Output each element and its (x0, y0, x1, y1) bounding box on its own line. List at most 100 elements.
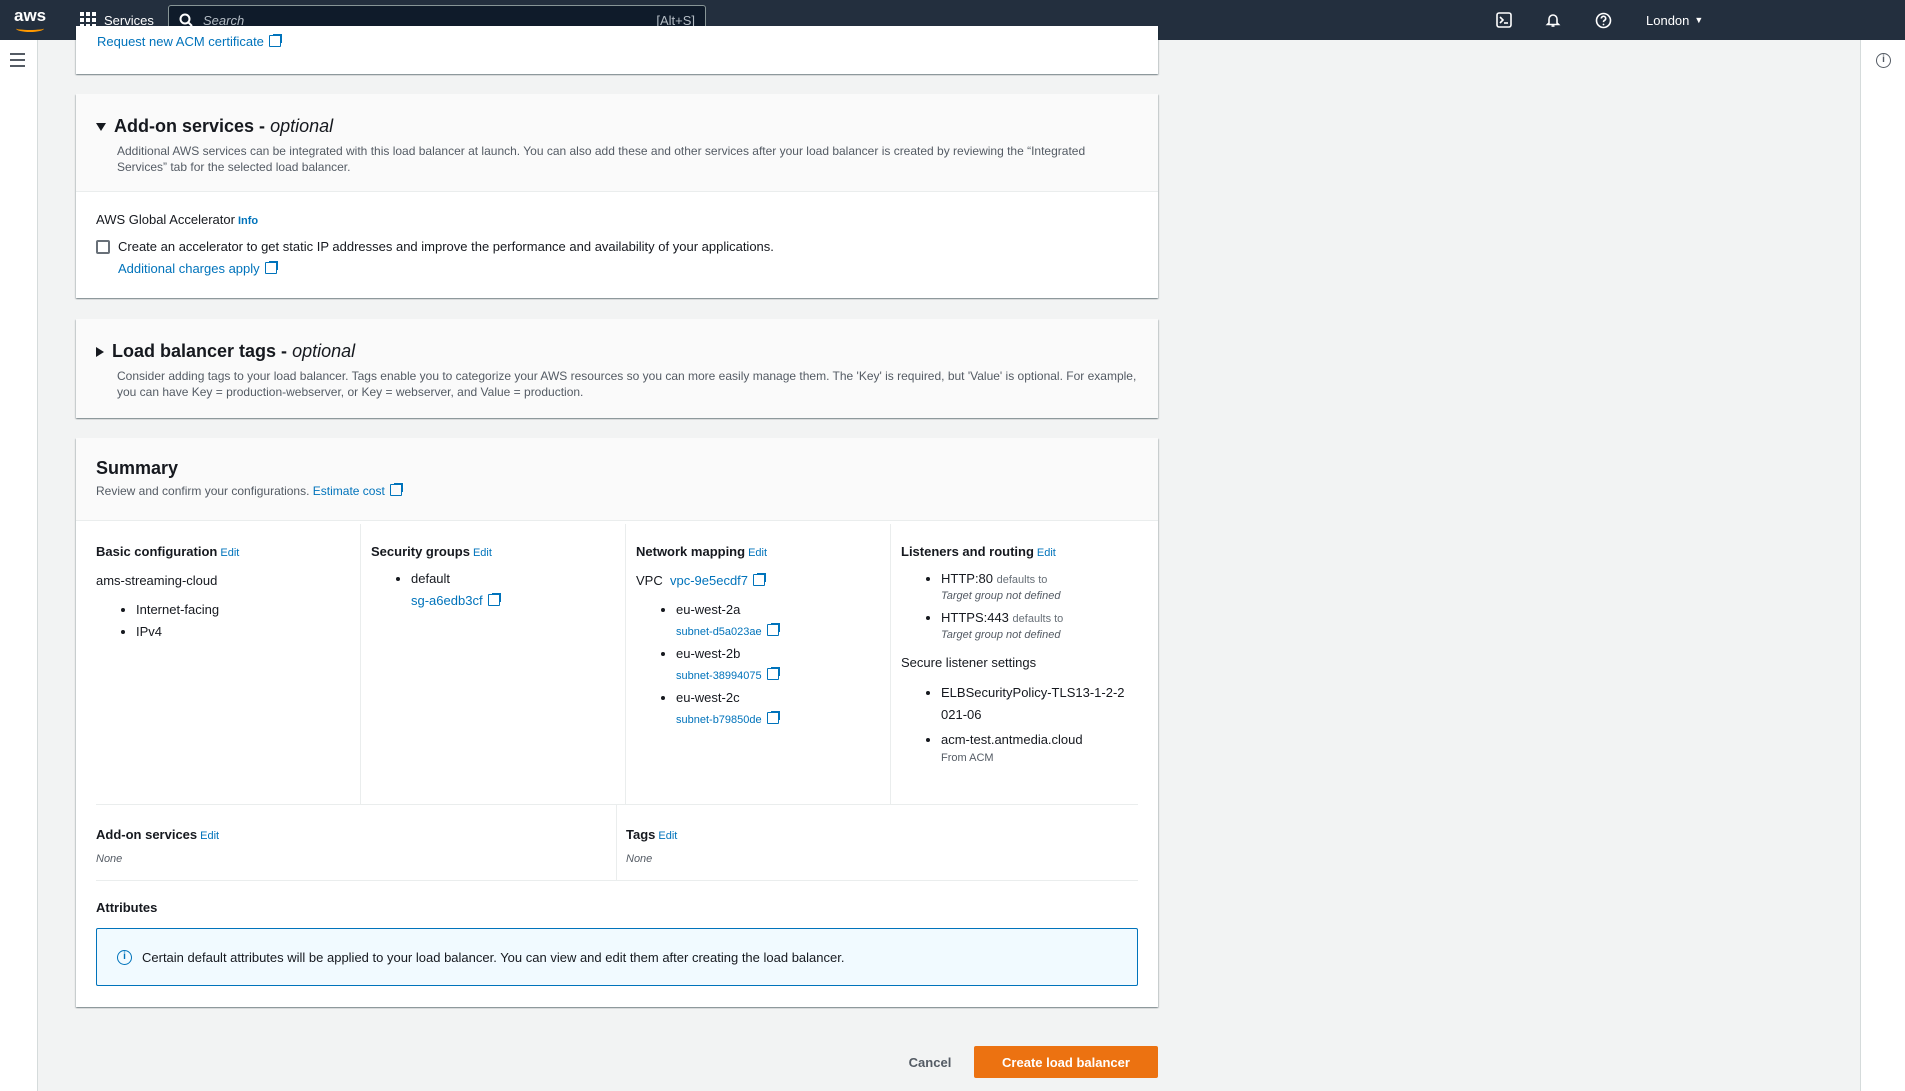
additional-charges-link[interactable]: Additional charges apply (118, 260, 279, 276)
optional-label: optional (292, 341, 356, 361)
cloudshell-icon[interactable] (1494, 10, 1514, 30)
target-group-status: Target group not defined (941, 629, 1061, 641)
subnet-link[interactable]: subnet-d5a023ae (676, 622, 781, 640)
estimate-cost-link[interactable]: Estimate cost (313, 482, 404, 498)
edit-listeners-link[interactable]: Edit (1037, 547, 1056, 559)
external-link-icon (264, 260, 279, 274)
external-link-icon (389, 482, 404, 496)
caret-down-icon (96, 122, 106, 131)
info-icon: i (117, 949, 132, 965)
region-label: London (1646, 12, 1690, 28)
basic-configuration-list: Internet-facing IPv4 (96, 602, 348, 640)
defaults-label: defaults to (996, 574, 1048, 586)
list-item: ELBSecurityPolicy-TLS13-1-2-2021-06 (941, 682, 1126, 726)
target-group-status: Target group not defined (941, 590, 1061, 602)
listeners-list: HTTP:80 defaults to Target group not def… (901, 571, 1126, 643)
network-mapping-column: Network mappingEdit VPC vpc-9e5ecdf7 eu-… (626, 524, 891, 804)
accelerator-checkbox-row[interactable]: Create an accelerator to get static IP a… (96, 236, 1138, 280)
listener-protocol: HTTP:80 (941, 571, 994, 586)
list-item: default sg-a6edb3cf (411, 571, 613, 609)
certificate-name: acm-test.antmedia.cloud (941, 732, 1083, 747)
summary-grid: Basic configuration Edit ams-streaming-cl… (96, 524, 1138, 804)
tags-header: Load balancer tags - optional Consider a… (76, 319, 1158, 418)
tags-summary: Tags Edit None (626, 827, 678, 865)
aws-logo-text: aws (14, 6, 47, 25)
divider (96, 804, 1138, 805)
network-mapping-title: Network mapping Edit (636, 544, 768, 559)
availability-zone: eu-west-2a (676, 602, 741, 617)
request-acm-certificate-link[interactable]: Request new ACM certificate (97, 33, 283, 49)
secure-listener-title: Secure listener settings (901, 655, 1037, 670)
addon-services-body: AWS Global Accelerator Info Create an acc… (76, 192, 1158, 300)
defaults-label: defaults to (1012, 613, 1064, 625)
attributes-title: Attributes (96, 900, 158, 915)
left-rail (0, 40, 38, 1091)
accelerator-checkbox-label: Create an accelerator to get static IP a… (118, 239, 774, 254)
vpc-link[interactable]: vpc-9e5ecdf7 (670, 572, 768, 588)
summary-description: Review and confirm your configurations. … (96, 482, 1138, 499)
edit-security-groups-link[interactable]: Edit (473, 547, 492, 559)
edit-basic-configuration-link[interactable]: Edit (220, 547, 239, 559)
cancel-button[interactable]: Cancel (895, 1046, 965, 1078)
external-link-icon (753, 572, 768, 586)
help-icon[interactable] (1593, 10, 1613, 30)
divider (616, 804, 617, 880)
external-link-icon (766, 622, 781, 636)
list-item: eu-west-2c subnet-b79850de (676, 690, 878, 728)
addon-services-description: Additional AWS services can be integrate… (117, 144, 1086, 174)
global-accelerator-label: AWS Global Accelerator Info (96, 212, 259, 227)
info-link[interactable]: Info (238, 215, 258, 227)
vpc-row: VPC vpc-9e5ecdf7 (636, 572, 878, 588)
attributes-info-alert: i Certain default attributes will be app… (96, 928, 1138, 986)
basic-configuration-column: Basic configuration Edit ams-streaming-cl… (96, 524, 361, 804)
certificate-panel-fragment: Request new ACM certificate (76, 26, 1158, 74)
aws-smile-icon (16, 25, 44, 32)
basic-configuration-title: Basic configuration Edit (96, 544, 240, 559)
edit-network-mapping-link[interactable]: Edit (748, 547, 767, 559)
tags-toggle[interactable]: Load balancer tags - optional (96, 341, 1138, 362)
attributes-alert-text: Certain default attributes will be appli… (142, 949, 845, 965)
divider (96, 880, 1138, 881)
security-groups-list: default sg-a6edb3cf (371, 571, 613, 609)
secure-listener-list: ELBSecurityPolicy-TLS13-1-2-2021-06 acm-… (901, 682, 1126, 766)
external-link-icon (487, 592, 502, 606)
security-group-link[interactable]: sg-a6edb3cf (411, 592, 502, 609)
addon-services-toggle[interactable]: Add-on services - optional (96, 116, 1138, 137)
edit-tags-link[interactable]: Edit (658, 830, 677, 842)
summary-panel: Summary Review and confirm your configur… (76, 438, 1158, 1007)
load-balancer-tags-panel: Load balancer tags - optional Consider a… (76, 319, 1158, 418)
availability-zone: eu-west-2c (676, 690, 740, 705)
optional-label: optional (270, 116, 334, 136)
edit-addon-services-link[interactable]: Edit (200, 830, 219, 842)
availability-zone: eu-west-2b (676, 646, 741, 661)
region-selector[interactable]: London ▼ (1646, 0, 1703, 40)
vpc-label: VPC (636, 573, 663, 588)
listeners-column: Listeners and routingEdit HTTP:80 defaul… (891, 524, 1138, 804)
hamburger-menu-icon[interactable] (10, 53, 25, 71)
certificate-source: From ACM (941, 752, 994, 764)
info-panel-icon[interactable]: i (1876, 53, 1891, 68)
subnet-link[interactable]: subnet-b79850de (676, 710, 781, 728)
list-item: eu-west-2a subnet-d5a023ae (676, 602, 878, 640)
bell-icon[interactable] (1543, 10, 1563, 30)
right-rail: i (1860, 40, 1905, 1091)
summary-header: Summary Review and confirm your configur… (76, 438, 1158, 521)
load-balancer-name: ams-streaming-cloud (96, 573, 218, 588)
tags-description: Consider adding tags to your load balanc… (117, 369, 1137, 399)
addon-services-panel: Add-on services - optional Additional AW… (76, 94, 1158, 298)
list-item: Internet-facing (136, 602, 348, 618)
subnet-link[interactable]: subnet-38994075 (676, 666, 781, 684)
listener-protocol: HTTPS:443 (941, 610, 1009, 625)
summary-title: Summary (96, 458, 179, 478)
aws-logo[interactable]: aws (14, 6, 48, 34)
addon-services-value: None (96, 853, 123, 865)
create-load-balancer-button[interactable]: Create load balancer (974, 1046, 1158, 1078)
availability-zones-list: eu-west-2a subnet-d5a023ae eu-west-2b su… (636, 602, 878, 728)
security-groups-title: Security groups Edit (371, 544, 492, 559)
caret-down-icon: ▼ (1694, 15, 1704, 25)
list-item: HTTP:80 defaults to Target group not def… (941, 571, 1126, 604)
accelerator-checkbox[interactable] (96, 240, 110, 254)
security-group-name: default (411, 571, 451, 586)
security-groups-column: Security groupsEdit default sg-a6edb3cf (361, 524, 626, 804)
listeners-title: Listeners and routing Edit (901, 544, 1056, 559)
